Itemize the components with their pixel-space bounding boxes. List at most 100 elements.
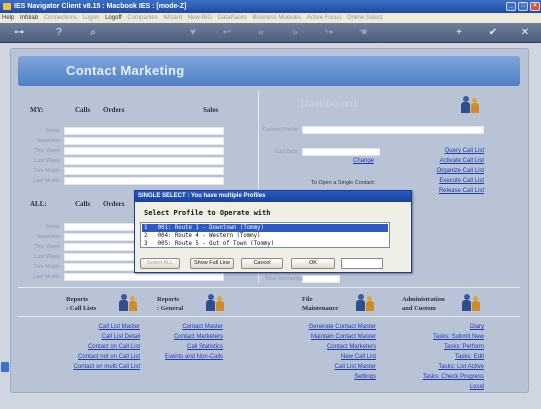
close-button[interactable]: × [530,2,540,11]
back-icon[interactable]: ↩ [220,27,234,39]
admin-link[interactable]: Tasks: Submit New [380,334,484,340]
my-row-label: This Week [34,148,60,154]
menu-help[interactable]: Help [0,15,16,21]
sections-divider-bottom [18,316,520,317]
help-icon[interactable]: ? [52,27,66,39]
menu-logon: Logon [82,15,100,21]
show-full-line-button[interactable]: Show Full Line [190,258,234,269]
nav-forward-icon[interactable]: » [288,27,302,39]
admin-link[interactable]: Tasks: Perform [380,344,484,350]
admin-link[interactable]: Tasks: Edit [380,354,484,360]
dialog-input[interactable] [341,258,383,269]
all-orders-header: Orders [103,200,125,208]
my-calls-header: Calls [75,106,91,114]
change-link[interactable]: Change [353,158,374,164]
dialog-heading: Select Profile to Operate with [144,209,271,217]
reports-general-link[interactable]: Events and Non-Calls [140,354,223,360]
key-icon[interactable]: ⊶ [8,27,30,39]
forward-icon[interactable]: ↪ [322,27,336,39]
admin-people-icon [461,294,481,312]
profile-option-number: 3 [144,241,148,247]
hand-icon[interactable]: ☚ [356,27,370,39]
file-maintenance-link[interactable]: Generate Contact Master [272,324,376,330]
profile-option[interactable]: 2 004: Route 4 - Western (Tommy) [142,232,388,240]
dialog-title-bar: SINGLE SELECT : You have multiple Profil… [135,191,411,202]
my-row-field [64,127,224,135]
close-icon[interactable]: ✕ [518,27,532,39]
ok-button[interactable]: OK [291,258,335,269]
reports-calls-link[interactable]: Call List Master [40,324,140,330]
nav-back-icon[interactable]: « [254,27,268,39]
file-maintenance-people-icon [355,294,375,312]
profile-listbox[interactable]: 1 001: Route 1 - Downtown (Tommy) 2 004:… [140,222,390,248]
menu-wizard: Wizard [163,15,183,21]
menu-logoff[interactable]: Logoff [103,15,124,21]
file-maintenance-link[interactable]: Call List Master [272,364,376,370]
query-call-list-link[interactable]: Query Call List [404,148,484,154]
current-profile-field[interactable] [302,126,484,134]
menu-business-modules: Business Modules [252,15,302,21]
reports-general-link[interactable]: Call Statistics [140,344,223,350]
execute-call-list-link[interactable]: Execute Call List [404,178,484,184]
my-row-label: This Month [32,168,60,174]
profile-option-number: 1 [144,225,148,231]
my-row-label: Today [45,128,60,134]
search-icon[interactable]: ⌕ [86,27,100,39]
menu-infolab[interactable]: Infolab [18,15,40,21]
profile-option-text: 004: Route 4 - Western (Tommy) [157,233,261,239]
call-date-label: Call Date [275,149,298,155]
file-maintenance-link[interactable]: Contact Marketers [272,344,376,350]
minimize-button[interactable]: _ [506,2,516,11]
reports-calls-link[interactable]: Contact on multi Call List [40,364,140,370]
admin-link[interactable]: Tasks: List Active [380,364,484,370]
my-sales-header: Sales [203,106,219,114]
profile-select-dialog: SINGLE SELECT : You have multiple Profil… [134,190,412,273]
all-title: ALL: [30,200,47,208]
page-title: Contact Marketing [66,63,185,78]
add-icon[interactable]: + [452,27,466,39]
menu-online-select: Online Select [346,15,383,21]
my-row-label: Last Week [34,158,60,164]
activate-call-list-link[interactable]: Activate Call List [404,158,484,164]
select-all-button: Select ALL [140,258,180,269]
reports-calls-link[interactable]: Contact not on Call List [40,354,140,360]
cancel-button[interactable]: Cancel [241,258,283,269]
my-row-label: Last Month [32,178,60,184]
reports-calls-link[interactable]: Contact on Call List [40,344,140,350]
dashboard-people-icon [460,96,480,114]
check-icon[interactable]: ✔ [486,27,500,39]
profile-option[interactable]: 1 001: Route 1 - Downtown (Tommy) [142,224,388,232]
file-maintenance-link[interactable]: Maintain Contact Master [272,334,376,340]
file-maintenance-link[interactable]: New Call List [272,354,376,360]
reports-calls-link[interactable]: Call List Detail [40,334,140,340]
profile-option[interactable]: 3 005: Route 5 - Out of Town (Tommy) [142,240,388,248]
call-date-field[interactable] [302,148,380,156]
all-row-label: This Month [32,264,60,270]
release-call-list-link[interactable]: Release Call List [404,188,484,194]
my-orders-header: Orders [103,106,125,114]
dashboard-title: Dashboard [300,96,357,110]
file-maintenance-title: File [302,296,313,303]
admin-link[interactable]: Tasks: Check Progress [380,374,484,380]
toolbar: ⊶ ? ⌕ ♥ ↩ « » ↪ ☚ + ✔ ✕ [0,23,541,43]
my-row-field [64,177,224,185]
heart-icon[interactable]: ♥ [186,27,200,39]
reports-general-link[interactable]: Contact Marketers [140,334,223,340]
sections-divider-top [18,287,520,288]
maximize-button[interactable]: □ [518,2,528,11]
all-calls-header: Calls [75,200,91,208]
reports-general-people-icon [205,294,225,312]
admin-subtitle: and Custom [402,305,436,312]
my-row-label: Yesterday [35,138,60,144]
admin-link[interactable]: Local [380,384,484,390]
total-remaining-label: Total Remaining [264,276,304,282]
organize-call-list-link[interactable]: Organize Call List [404,168,484,174]
file-maintenance-link[interactable]: Settings [272,374,376,380]
menu-connections: Connections [43,15,78,21]
menu-datapacks: DataPacks [217,15,247,21]
admin-link[interactable]: Diary [380,324,484,330]
app-icon [3,3,11,10]
reports-calls-people-icon [118,294,138,312]
reports-general-link[interactable]: Contact Master [140,324,223,330]
menu-bar: Help Infolab Connections Logon Logoff Co… [0,13,541,23]
